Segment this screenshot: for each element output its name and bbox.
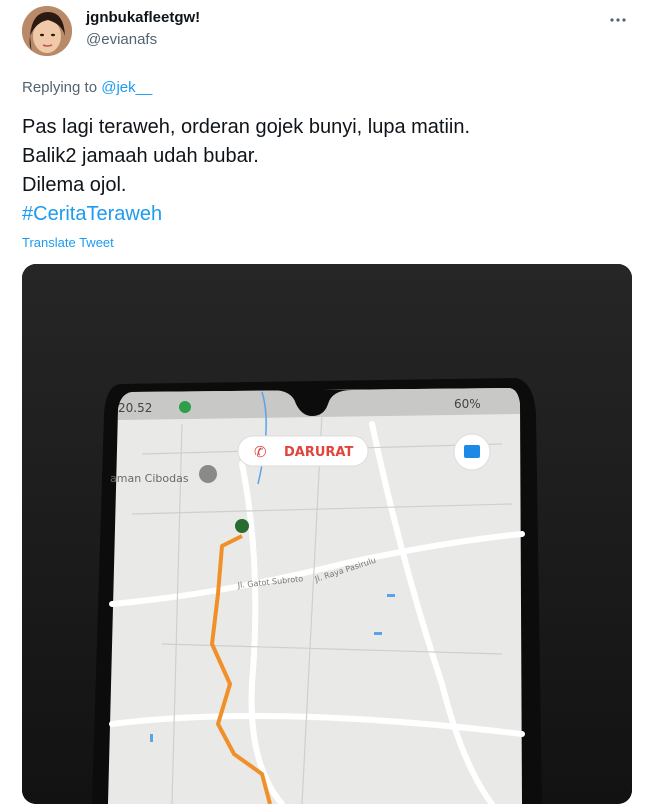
tweet-line-2: Balik2 jamaah udah bubar. [22,145,259,167]
tweet-text: Pas lagi teraweh, orderan gojek bunyi, l… [22,113,632,229]
place-label: aman Cibodas [110,472,189,485]
reply-prefix: Replying to [22,79,98,96]
translate-tweet-link[interactable]: Translate Tweet [22,235,114,250]
emergency-label: DARURAT [284,445,353,460]
map-water-mark [150,734,153,742]
trip-share-icon [464,445,480,458]
more-options-icon[interactable] [608,10,628,30]
user-handle[interactable]: @evianafs [86,31,157,48]
phone-icon: ✆ [254,443,267,461]
status-time: 20.52 [118,401,152,415]
tweet-line-1: Pas lagi teraweh, orderan gojek bunyi, l… [22,116,471,138]
tweet-photo[interactable]: 20.52 60% aman Cibodas Jl. Gatot Subroto… [22,264,632,804]
driver-marker [235,519,249,533]
hashtag-link[interactable]: #CeritaTeraweh [22,200,632,229]
replying-to: Replying to @jek__ [22,79,152,96]
battery-level: 60% [454,397,481,411]
map-water-mark [387,594,395,597]
map-water-mark [374,632,382,635]
gojek-status-icon [179,401,191,413]
place-pin-icon [199,465,217,483]
reply-mention-link[interactable]: @jek__ [101,79,152,96]
avatar[interactable] [22,6,72,56]
tweet-line-3: Dilema ojol. [22,174,127,196]
avatar-photo [22,6,72,56]
display-name[interactable]: jgnbukafleetgw! [86,9,200,26]
